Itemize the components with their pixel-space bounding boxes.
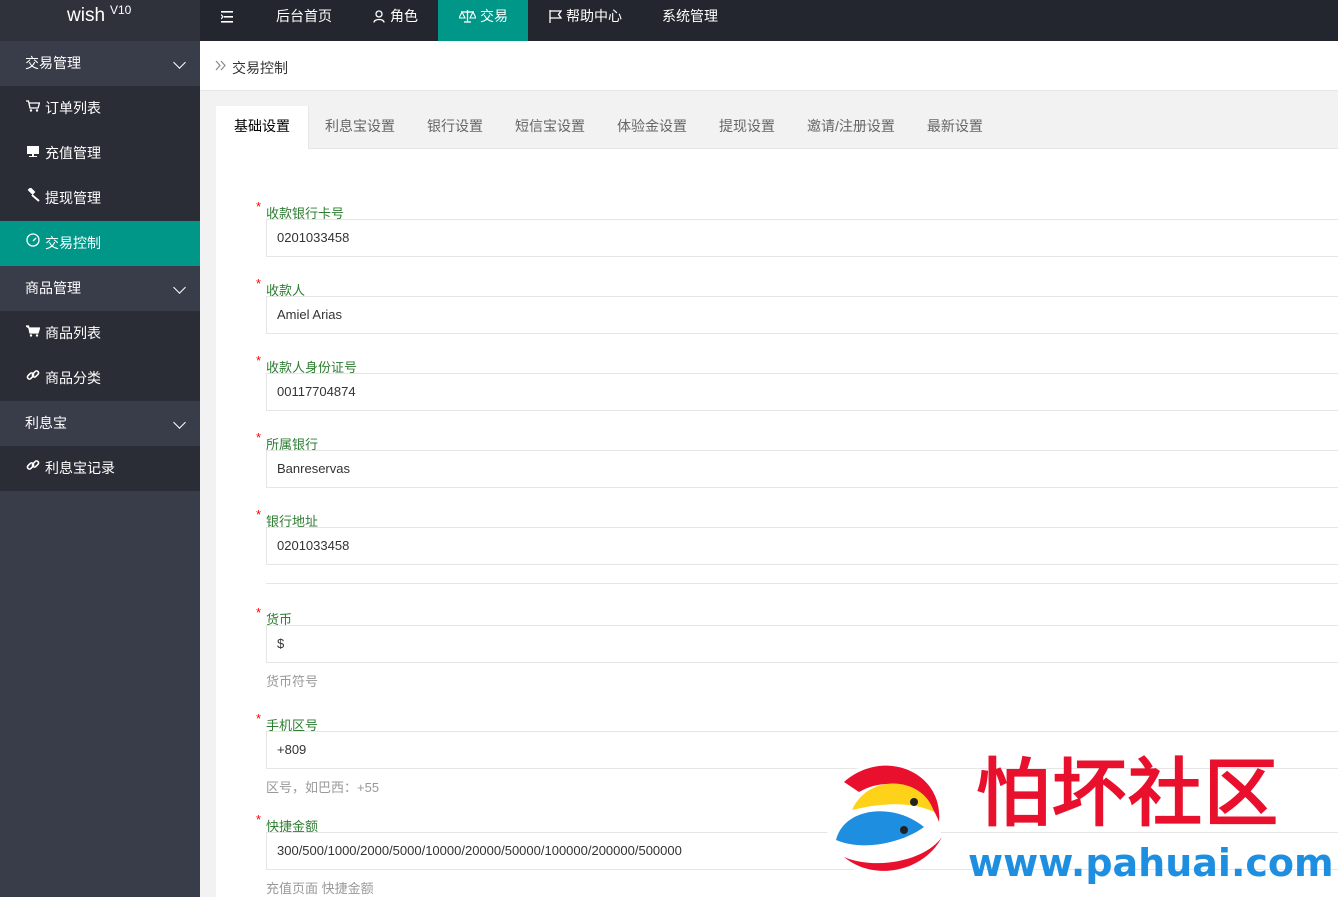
required-mark: * [256, 812, 262, 827]
topnav-item-label: 系统管理 [662, 8, 718, 24]
required-mark: * [256, 199, 262, 214]
sidebar-item-recharge[interactable]: 充值管理 [0, 131, 200, 176]
sidebar-group-interest[interactable]: 利息宝 [0, 401, 200, 446]
sidebar-group-goods[interactable]: 商品管理 [0, 266, 200, 311]
required-mark: * [256, 507, 262, 522]
sidebar-item-label: 利息宝记录 [45, 460, 115, 476]
form-divider [266, 583, 1338, 584]
field-hint: 货币符号 [266, 674, 319, 689]
sidebar-item-interest-records[interactable]: 利息宝记录 [0, 446, 200, 491]
bank-address-input[interactable]: 0201033458 [266, 527, 1338, 565]
scale-icon [457, 0, 477, 35]
dashboard-icon [25, 221, 41, 266]
chevron-down-icon [173, 56, 186, 69]
hammer-icon [25, 176, 41, 221]
sidebar-item-label: 商品分类 [45, 370, 101, 386]
topnav-item-roles[interactable]: 角色 [352, 0, 438, 41]
watermark-url: www.pahuai.com [968, 841, 1334, 885]
sidebar: 交易管理 订单列表 充值管理 提现管理 交易控制 商品管理 商品列表 商品分类 … [0, 41, 200, 897]
tab-trial[interactable]: 体验金设置 [601, 106, 703, 149]
tab-bank[interactable]: 银行设置 [411, 106, 499, 149]
settings-tabs: 基础设置 利息宝设置 银行设置 短信宝设置 体验金设置 提现设置 邀请/注册设置… [216, 106, 1338, 149]
chevron-down-icon [173, 281, 186, 294]
flag-icon [548, 0, 562, 35]
field-hint: 区号，如巴西：+55 [266, 780, 380, 795]
topnav-item-home[interactable]: 后台首页 [256, 0, 352, 41]
currency-input[interactable]: $ [266, 625, 1338, 663]
payee-id-input[interactable]: 00117704874 [266, 373, 1338, 411]
required-mark: * [256, 605, 262, 620]
sidebar-item-label: 商品列表 [45, 325, 101, 341]
sidebar-group-trade[interactable]: 交易管理 [0, 41, 200, 86]
topnav-item-label: 角色 [390, 8, 418, 24]
tab-invite[interactable]: 邀请/注册设置 [791, 106, 911, 149]
sidebar-group-label: 利息宝 [25, 415, 67, 431]
field-hint: 充值页面 快捷金额 [266, 881, 374, 896]
sidebar-item-orders[interactable]: 订单列表 [0, 86, 200, 131]
bank-input[interactable]: Banreservas [266, 450, 1338, 488]
tab-interest[interactable]: 利息宝设置 [309, 106, 411, 149]
link-icon [25, 356, 41, 401]
link-icon [25, 446, 41, 491]
top-header: wish V10 后台首页 角色 交易 帮助中心 系统管理 [0, 0, 1338, 41]
menu-toggle-button[interactable] [200, 0, 256, 41]
chevron-down-icon [173, 416, 186, 429]
tab-latest[interactable]: 最新设置 [911, 106, 999, 149]
topnav-item-label: 后台首页 [276, 8, 332, 24]
sidebar-item-label: 提现管理 [45, 190, 101, 206]
sidebar-item-withdraw[interactable]: 提现管理 [0, 176, 200, 221]
fish-logo-icon [826, 762, 942, 878]
topnav-item-label: 帮助中心 [566, 8, 622, 24]
brand-version: V10 [110, 3, 132, 17]
topnav-item-help[interactable]: 帮助中心 [528, 0, 642, 41]
watermark: 怕坏社区 www.pahuai.com [808, 752, 1338, 897]
sidebar-item-goods-list[interactable]: 商品列表 [0, 311, 200, 356]
sidebar-item-trade-control[interactable]: 交易控制 [0, 221, 200, 266]
screen-icon [25, 131, 41, 176]
sidebar-item-label: 订单列表 [45, 100, 101, 116]
sidebar-item-label: 交易控制 [45, 235, 101, 251]
sidebar-item-label: 充值管理 [45, 145, 101, 161]
cart-icon [23, 311, 41, 356]
cart-icon [25, 86, 41, 131]
breadcrumb-current[interactable]: 交易控制 [232, 58, 288, 78]
menu-toggle-icon [220, 0, 235, 35]
logo[interactable]: wish V10 [0, 0, 200, 41]
topnav-item-trade[interactable]: 交易 [438, 0, 528, 41]
required-mark: * [256, 430, 262, 445]
watermark-title: 怕坏社区 [976, 751, 1280, 837]
double-chevron-right-icon [215, 59, 226, 74]
brand-name: wish [67, 5, 106, 26]
bank-card-input[interactable]: 0201033458 [266, 219, 1338, 257]
sidebar-group-label: 商品管理 [25, 280, 81, 296]
sidebar-item-goods-category[interactable]: 商品分类 [0, 356, 200, 401]
tab-sms[interactable]: 短信宝设置 [499, 106, 601, 149]
required-mark: * [256, 353, 262, 368]
topnav-item-label: 交易 [480, 8, 508, 24]
breadcrumb: 交易控制 [200, 41, 1338, 91]
sidebar-group-label: 交易管理 [25, 55, 81, 71]
tab-withdraw[interactable]: 提现设置 [703, 106, 791, 149]
payee-input[interactable]: Amiel Arias [266, 296, 1338, 334]
tab-basic[interactable]: 基础设置 [216, 106, 309, 149]
user-icon [372, 0, 386, 35]
required-mark: * [256, 276, 262, 291]
topnav-item-system[interactable]: 系统管理 [642, 0, 738, 41]
required-mark: * [256, 711, 262, 726]
top-nav: 后台首页 角色 交易 帮助中心 系统管理 [200, 0, 738, 41]
